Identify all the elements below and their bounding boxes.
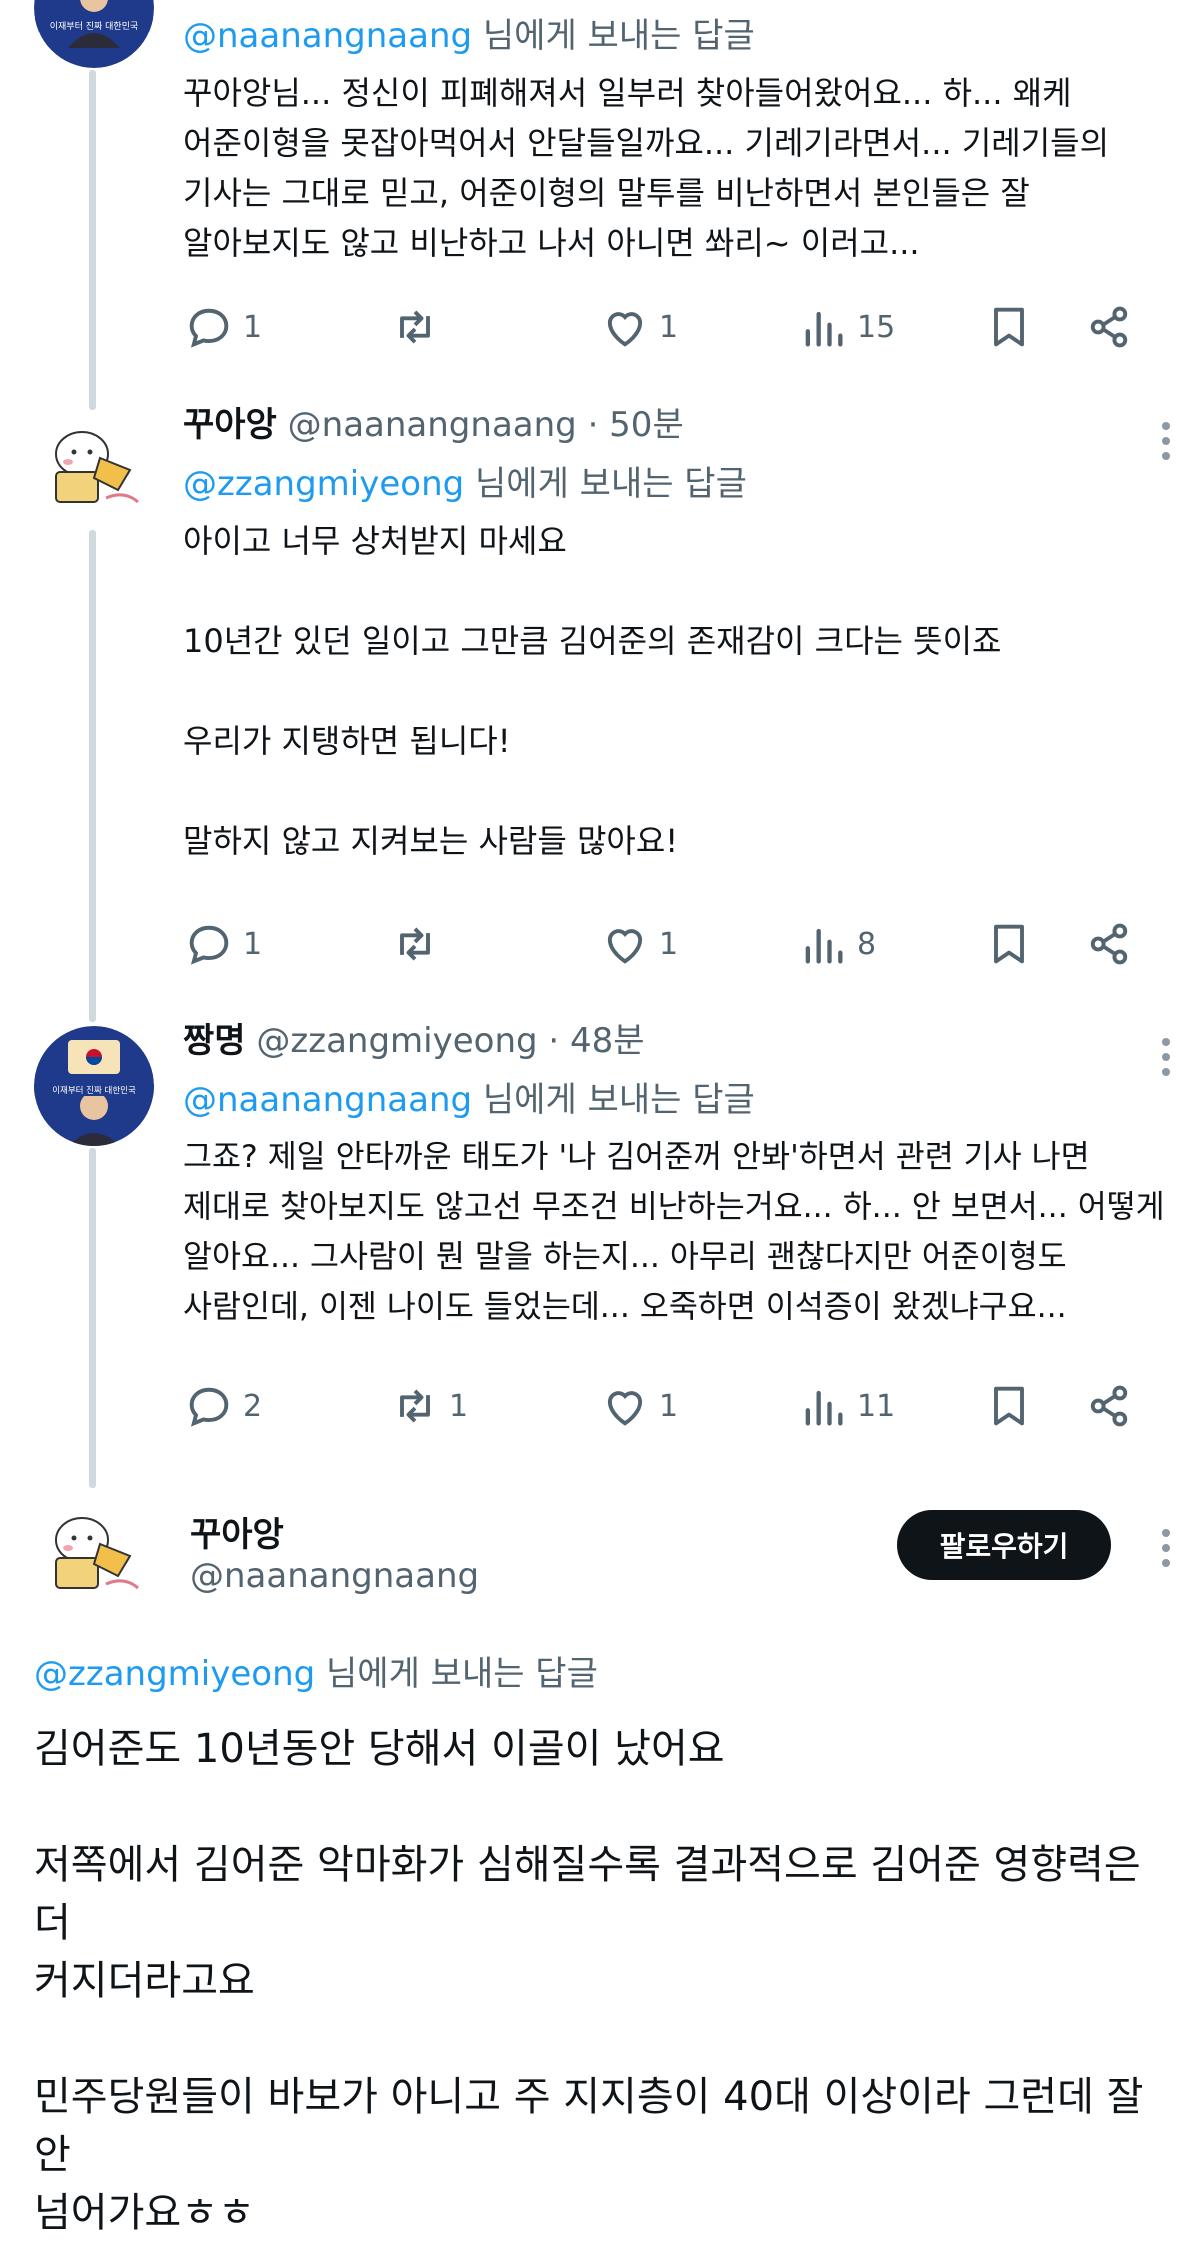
share-icon xyxy=(1090,306,1128,348)
reply-to-line: @naanangnaang 님에게 보내는 답글 xyxy=(183,1072,755,1121)
tweet-header: 짱명 @zzangmiyeong · 48분 xyxy=(183,1013,645,1062)
like-count: 1 xyxy=(659,309,679,345)
retweet-button[interactable]: 1 xyxy=(389,1376,468,1436)
tweet-2[interactable]: 꾸아앙 @naanangnaang · 50분 @zzangmiyeong 님에… xyxy=(0,400,1200,1000)
reply-to-line: @zzangmiyeong 님에게 보내는 답글 xyxy=(34,1646,598,1695)
reply-icon xyxy=(189,925,229,965)
tweet-1[interactable]: 이재부터 진짜 대한민국 @naanangnaang 님에게 보내는 답글 꾸아… xyxy=(0,0,1200,380)
views-count: 15 xyxy=(857,309,896,345)
display-name[interactable]: 짱명 xyxy=(183,1021,246,1061)
heart-icon xyxy=(607,929,643,964)
bookmark-button[interactable] xyxy=(983,1376,1035,1436)
main-tweet-text: 김어준도 10년동안 당해서 이골이 났어요 저쪽에서 김어준 악마화가 심해질… xyxy=(34,1726,1144,2236)
display-name[interactable]: 꾸아앙 xyxy=(183,405,277,445)
mention-link[interactable]: @naanangnaang xyxy=(183,16,472,56)
share-button[interactable] xyxy=(1083,914,1135,974)
views-button[interactable]: 8 xyxy=(797,914,876,974)
reply-icon xyxy=(189,1387,229,1427)
bookmark-icon xyxy=(994,924,1024,964)
mention-link[interactable]: @zzangmiyeong xyxy=(183,464,464,504)
user-handle[interactable]: @naanangnaang xyxy=(288,405,577,445)
svg-text:이재부터 진짜 대한민국: 이재부터 진짜 대한민국 xyxy=(50,21,139,32)
views-button[interactable]: 15 xyxy=(797,297,895,357)
more-options-button[interactable] xyxy=(1160,1031,1172,1083)
views-icon xyxy=(805,1390,843,1426)
reply-button[interactable]: 2 xyxy=(183,1376,262,1436)
like-button[interactable]: 1 xyxy=(599,297,678,357)
bookmark-icon xyxy=(994,307,1024,347)
reply-label: 님에게 보내는 답글 xyxy=(482,16,755,56)
reply-button[interactable]: 1 xyxy=(183,914,262,974)
action-bar: 1 1 8 xyxy=(183,914,1153,974)
main-display-name[interactable]: 꾸아앙 xyxy=(190,1507,284,1556)
avatar[interactable]: 이재부터 진짜 대한민국 xyxy=(34,1026,154,1146)
bookmark-button[interactable] xyxy=(983,297,1035,357)
mention-link[interactable]: @naanangnaang xyxy=(183,1080,472,1120)
follow-button[interactable]: 팔로우하기 xyxy=(897,1510,1111,1580)
reply-label: 님에게 보내는 답글 xyxy=(326,1654,598,1694)
avatar[interactable] xyxy=(34,410,154,530)
more-options-button[interactable] xyxy=(1160,1522,1172,1574)
avatar[interactable]: 이재부터 진짜 대한민국 xyxy=(34,0,154,68)
reply-to-line: @naanangnaang 님에게 보내는 답글 xyxy=(183,8,755,57)
share-icon xyxy=(1090,923,1128,965)
views-count: 8 xyxy=(857,926,877,962)
retweet-button[interactable] xyxy=(389,297,449,357)
tweet-text: 아이고 너무 상처받지 마세요 10년간 있던 일이고 그만큼 김어준의 존재감… xyxy=(183,522,1002,860)
like-count: 1 xyxy=(659,1388,679,1424)
main-avatar[interactable] xyxy=(34,1496,154,1616)
heart-icon xyxy=(607,312,643,347)
views-icon xyxy=(805,928,843,964)
mention-link[interactable]: @zzangmiyeong xyxy=(34,1654,315,1694)
like-button[interactable]: 1 xyxy=(599,914,678,974)
share-button[interactable] xyxy=(1083,297,1135,357)
share-button[interactable] xyxy=(1083,1376,1135,1436)
bookmark-icon xyxy=(994,1386,1024,1426)
svg-text:이재부터 진짜 대한민국: 이재부터 진짜 대한민국 xyxy=(52,1085,136,1096)
retweet-icon xyxy=(400,310,430,344)
bookmark-button[interactable] xyxy=(983,914,1035,974)
share-icon xyxy=(1090,1385,1128,1427)
more-options-button[interactable] xyxy=(1160,415,1172,467)
like-button[interactable]: 1 xyxy=(599,1376,678,1436)
retweet-icon xyxy=(400,1389,430,1423)
tweet-text: 그죠? 제일 안타까운 태도가 '나 김어준꺼 안봐'하면서 관련 기사 나면 … xyxy=(183,1139,1165,1325)
heart-icon xyxy=(607,1391,643,1426)
reply-count: 1 xyxy=(243,926,263,962)
reply-label: 님에게 보내는 답글 xyxy=(475,464,747,504)
reply-to-line: @zzangmiyeong 님에게 보내는 답글 xyxy=(183,456,747,505)
timestamp[interactable]: · 48분 xyxy=(548,1021,644,1061)
retweet-button[interactable] xyxy=(389,914,449,974)
reply-count: 1 xyxy=(243,309,263,345)
retweet-icon xyxy=(400,927,430,961)
retweet-count: 1 xyxy=(449,1388,469,1424)
reply-icon xyxy=(189,308,229,348)
reply-count: 2 xyxy=(243,1388,263,1424)
timestamp[interactable]: · 50분 xyxy=(588,405,684,445)
like-count: 1 xyxy=(659,926,679,962)
main-user-handle[interactable]: @naanangnaang xyxy=(190,1556,479,1596)
reply-button[interactable]: 1 xyxy=(183,297,262,357)
tweet-header: 꾸아앙 @naanangnaang · 50분 xyxy=(183,397,684,446)
views-count: 11 xyxy=(857,1388,896,1424)
user-handle[interactable]: @zzangmiyeong xyxy=(256,1021,537,1061)
tweet-text: 꾸아앙님... 정신이 피폐해져서 일부러 찾아들어왔어요... 하... 왜케… xyxy=(183,74,1110,262)
tweet-3[interactable]: 이재부터 진짜 대한민국 짱명 @zzangmiyeong · 48분 @naa… xyxy=(0,1016,1200,1456)
views-icon xyxy=(805,311,843,347)
action-bar: 1 1 15 xyxy=(183,297,1153,357)
views-button[interactable]: 11 xyxy=(797,1376,895,1436)
action-bar: 2 1 1 11 xyxy=(183,1376,1153,1436)
reply-label: 님에게 보내는 답글 xyxy=(482,1080,755,1120)
